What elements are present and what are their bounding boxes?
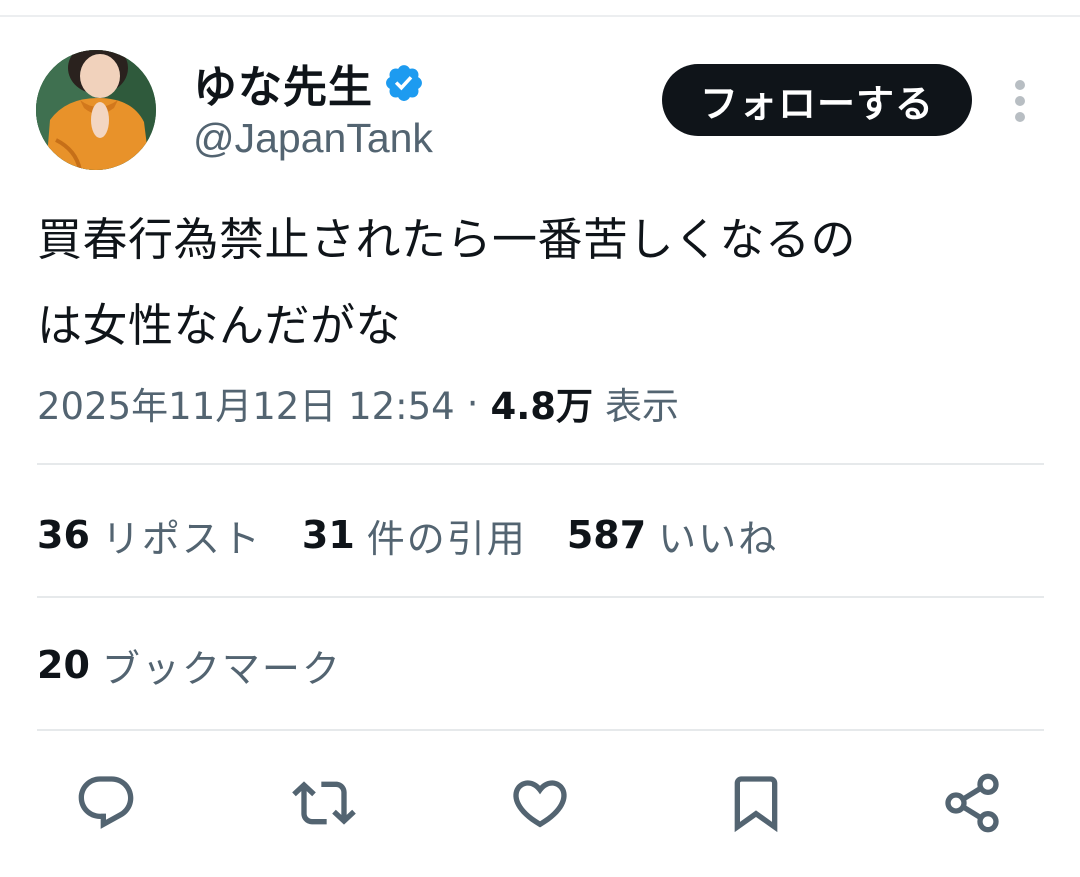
author-display-name[interactable]: ゆな先生 bbox=[193, 51, 373, 115]
views-label: 表示 bbox=[605, 385, 680, 428]
reposts-count: 36 bbox=[37, 513, 90, 557]
bookmark-icon bbox=[734, 776, 778, 833]
quotes-count: 31 bbox=[301, 513, 355, 557]
author-handle[interactable]: @JapanTank bbox=[193, 115, 433, 162]
bookmarks-label: ブックマーク bbox=[101, 646, 342, 691]
quotes-stat[interactable]: 31 件の引用 bbox=[302, 508, 527, 563]
reply-button[interactable] bbox=[73, 770, 139, 836]
timestamp[interactable]: 2025年11月12日 12:54 bbox=[37, 376, 455, 430]
divider bbox=[37, 596, 1044, 598]
repost-icon bbox=[292, 781, 356, 825]
share-icon bbox=[945, 773, 999, 833]
like-button[interactable] bbox=[507, 770, 573, 836]
tweet-text-line: 買春行為禁止されたら一番苦しくなるの bbox=[37, 213, 857, 266]
repost-button[interactable] bbox=[291, 770, 357, 836]
tweet-meta: 2025年11月12日 12:54 · 4.8万 表示 bbox=[37, 376, 680, 430]
tweet-text: 買春行為禁止されたら一番苦しくなるの は女性なんだがな bbox=[37, 197, 1047, 369]
bookmarks-stat[interactable]: 20 ブックマーク bbox=[37, 638, 342, 693]
verified-badge-icon[interactable] bbox=[383, 62, 425, 104]
divider bbox=[37, 463, 1044, 465]
like-icon bbox=[513, 780, 567, 828]
avatar[interactable] bbox=[36, 50, 156, 170]
avatar-image bbox=[36, 50, 156, 170]
top-divider bbox=[0, 15, 1080, 17]
likes-stat[interactable]: 587 いいね bbox=[567, 508, 778, 563]
likes-count: 587 bbox=[566, 513, 647, 557]
more-vertical-icon[interactable] bbox=[1005, 78, 1035, 124]
divider bbox=[37, 729, 1044, 731]
meta-separator: · bbox=[466, 381, 479, 425]
follow-button[interactable]: フォローする bbox=[662, 64, 972, 136]
views-count: 4.8万 bbox=[490, 385, 594, 428]
likes-label: いいね bbox=[658, 516, 779, 561]
author-name-row: ゆな先生 bbox=[193, 52, 425, 114]
tweet-text-line: は女性なんだがな bbox=[37, 299, 402, 352]
reposts-stat[interactable]: 36 リポスト bbox=[37, 508, 262, 563]
bookmarks-count: 20 bbox=[37, 643, 90, 687]
action-bar bbox=[0, 770, 1080, 836]
bookmark-button[interactable] bbox=[723, 770, 789, 836]
reply-icon bbox=[78, 776, 134, 829]
engagement-stats: 36 リポスト 31 件の引用 587 いいね bbox=[37, 508, 818, 562]
reposts-label: リポスト bbox=[101, 516, 262, 561]
quotes-label: 件の引用 bbox=[366, 516, 527, 561]
bookmark-stats: 20 ブックマーク bbox=[37, 638, 382, 692]
share-button[interactable] bbox=[939, 770, 1005, 836]
